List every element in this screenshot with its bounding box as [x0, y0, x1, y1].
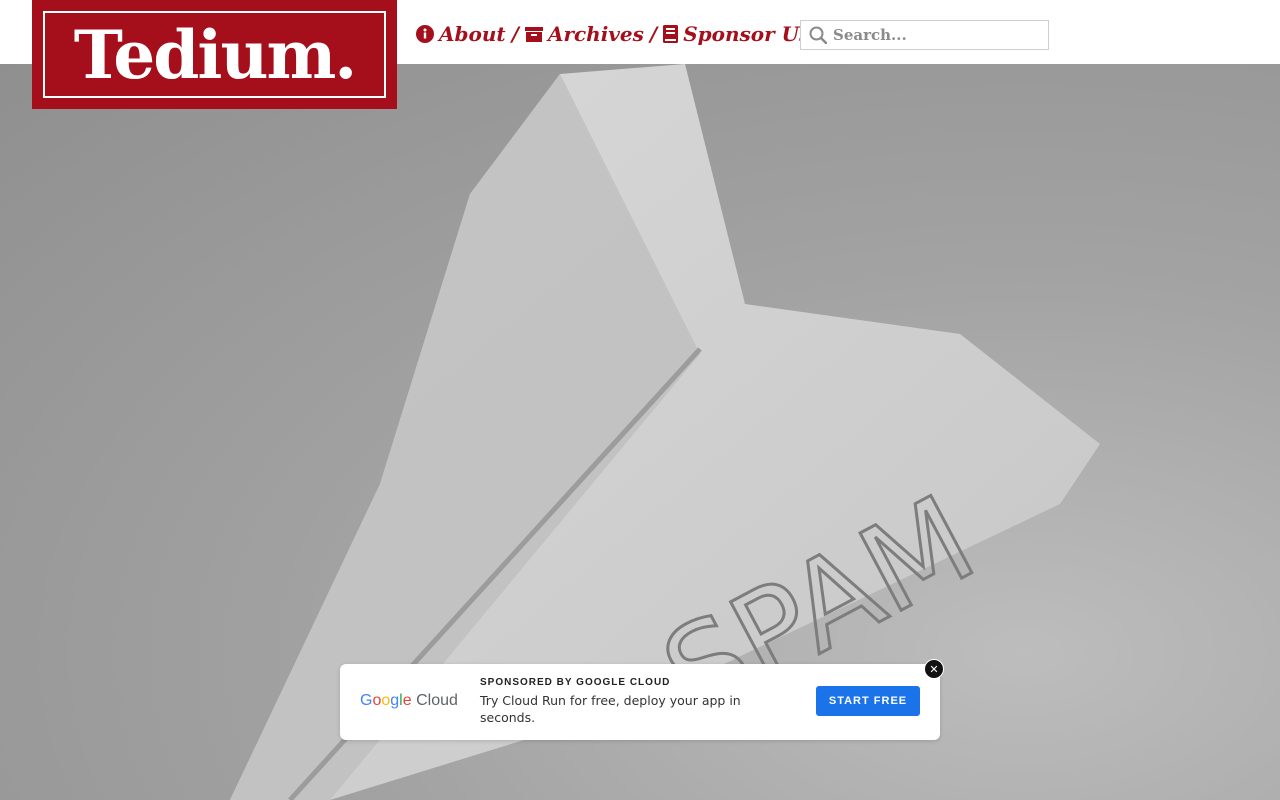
search-box — [800, 20, 1049, 50]
start-free-button[interactable]: START FREE — [816, 686, 920, 716]
logo-text: Tedium. — [73, 15, 358, 94]
nav-sponsor-label: Sponsor Us — [683, 22, 811, 46]
site-logo[interactable]: Tedium. — [32, 0, 397, 109]
nav-sponsor-link[interactable]: Sponsor Us — [663, 22, 810, 46]
nav-separator: / — [649, 22, 658, 46]
book-icon — [663, 25, 679, 43]
sponsored-ad-banner[interactable]: Google Cloud SPONSORED BY GOOGLE CLOUD T… — [340, 664, 940, 740]
archive-box-icon — [524, 27, 543, 42]
google-cloud-logo: Google Cloud — [360, 692, 458, 709]
nav-about-link[interactable]: About — [416, 22, 506, 46]
search-icon — [809, 26, 827, 44]
nav-archives-label: Archives — [547, 22, 644, 46]
main-nav: About / Archives / Sponsor Us — [416, 18, 810, 50]
ad-close-button[interactable]: ✕ — [924, 659, 944, 679]
ad-sponsor-line: SPONSORED BY GOOGLE CLOUD — [480, 677, 671, 688]
nav-archives-link[interactable]: Archives — [524, 22, 644, 46]
ad-copy-text: Try Cloud Run for free, deploy your app … — [480, 693, 741, 725]
info-circle-icon — [416, 25, 434, 43]
nav-separator: / — [511, 22, 519, 46]
search-input[interactable] — [833, 22, 1033, 48]
nav-about-label: About — [439, 22, 506, 46]
